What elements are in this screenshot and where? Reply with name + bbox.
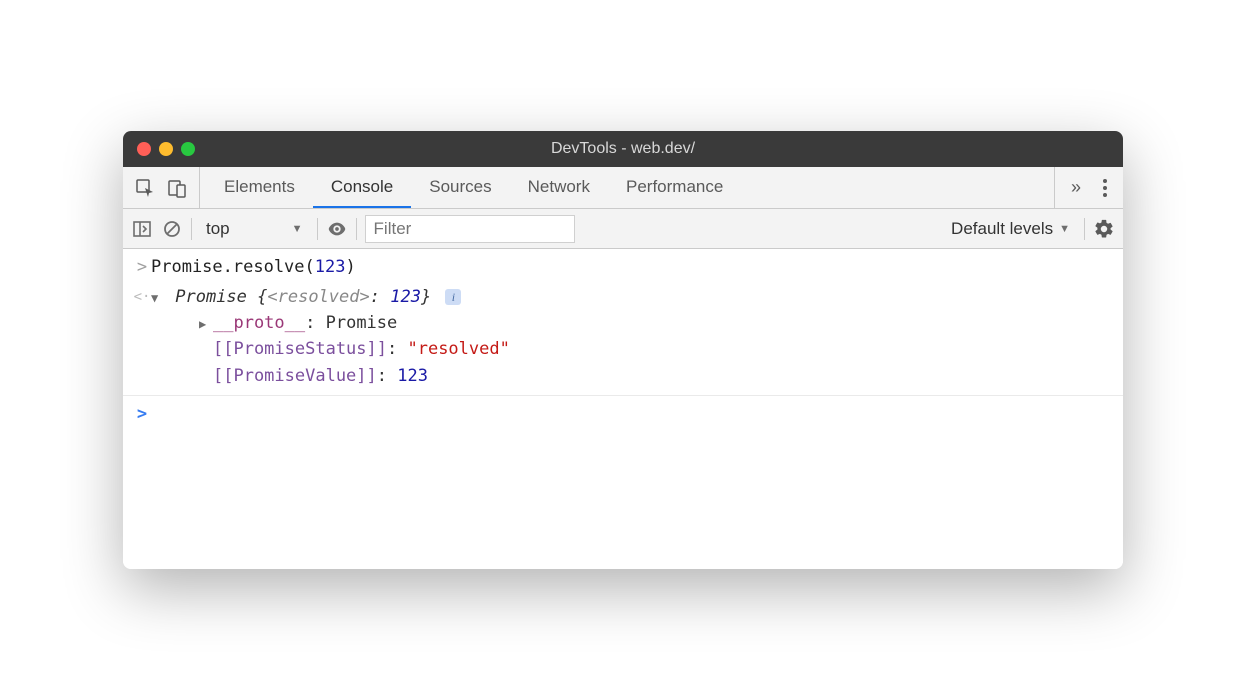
separator: : (370, 287, 390, 307)
property-key: __proto__ (213, 313, 305, 333)
property-promise-value[interactable]: [[PromiseValue]]: 123 (199, 363, 1113, 389)
device-toolbar-icon[interactable] (167, 178, 187, 198)
object-summary[interactable]: Promise {<resolved>: 123} (175, 287, 441, 307)
divider (191, 218, 192, 240)
devtools-window: DevTools - web.dev/ Elements Console Sou… (123, 131, 1123, 569)
filter-input[interactable] (365, 215, 575, 243)
property-value: Promise (326, 313, 398, 333)
object-disclosure-open-icon[interactable]: ▼ (151, 289, 163, 307)
maximize-window-button[interactable] (181, 142, 195, 156)
levels-label: Default levels (951, 219, 1053, 239)
log-levels-select[interactable]: Default levels ▼ (951, 219, 1070, 239)
settings-menu-icon[interactable] (1099, 179, 1111, 197)
tab-performance[interactable]: Performance (608, 167, 741, 208)
console-input-echo: > Promise.resolve(123) (123, 253, 1123, 283)
code-text: ) (345, 257, 355, 277)
brace: } (421, 287, 431, 307)
tab-console[interactable]: Console (313, 167, 411, 208)
info-badge-icon[interactable]: i (445, 289, 461, 305)
divider (317, 218, 318, 240)
context-label: top (206, 219, 230, 239)
close-window-button[interactable] (137, 142, 151, 156)
property-promise-status[interactable]: [[PromiseStatus]]: "resolved" (199, 336, 1113, 362)
panel-tabs: Elements Console Sources Network Perform… (200, 167, 1054, 208)
titlebar: DevTools - web.dev/ (123, 131, 1123, 167)
console-prompt[interactable]: > (123, 395, 1123, 430)
property-key: [[PromiseStatus]] (213, 339, 387, 359)
output-marker-icon: <· (133, 285, 151, 308)
object-properties: ▶__proto__: Promise [[PromiseStatus]]: "… (151, 310, 1113, 389)
clear-console-icon[interactable] (161, 218, 183, 240)
property-value: "resolved" (407, 339, 509, 359)
prompt-caret-icon: > (133, 402, 151, 428)
object-class-name: Promise (175, 287, 247, 307)
inspect-element-icon[interactable] (135, 178, 155, 198)
disclosure-closed-icon[interactable]: ▶ (199, 315, 211, 334)
tab-sources[interactable]: Sources (411, 167, 509, 208)
console-body: > Promise.resolve(123) <· ▼ Promise {<re… (123, 249, 1123, 569)
property-value: 123 (397, 366, 428, 386)
console-settings-icon[interactable] (1093, 218, 1115, 240)
tab-network[interactable]: Network (510, 167, 608, 208)
traffic-lights (123, 142, 195, 156)
tab-elements[interactable]: Elements (206, 167, 313, 208)
divider (1084, 218, 1085, 240)
code-text: Promise.resolve( (151, 257, 315, 277)
divider (356, 218, 357, 240)
minimize-window-button[interactable] (159, 142, 173, 156)
console-subtoolbar: top ▼ Default levels ▼ (123, 209, 1123, 249)
object-resolved-value: 123 (390, 287, 421, 307)
code-number: 123 (315, 257, 346, 277)
output-content: ▼ Promise {<resolved>: 123} i ▶__proto__… (151, 285, 1113, 390)
brace: { (247, 287, 267, 307)
console-output-row: <· ▼ Promise {<resolved>: 123} i ▶__prot… (123, 283, 1123, 392)
toolbar-left-group (123, 167, 200, 208)
live-expression-icon[interactable] (326, 218, 348, 240)
more-tabs-icon[interactable]: » (1067, 177, 1085, 198)
toolbar-right-group: » (1054, 167, 1123, 208)
chevron-down-icon: ▼ (1059, 223, 1070, 235)
main-toolbar: Elements Console Sources Network Perform… (123, 167, 1123, 209)
input-marker-icon: > (133, 255, 151, 281)
window-title: DevTools - web.dev/ (123, 140, 1123, 158)
object-status-tag: <resolved> (267, 287, 369, 307)
toggle-sidebar-icon[interactable] (131, 218, 153, 240)
input-expression: Promise.resolve(123) (151, 255, 1113, 281)
property-key: [[PromiseValue]] (213, 366, 377, 386)
property-proto[interactable]: ▶__proto__: Promise (199, 310, 1113, 336)
chevron-down-icon: ▼ (292, 223, 303, 235)
execution-context-select[interactable]: top ▼ (200, 219, 309, 239)
